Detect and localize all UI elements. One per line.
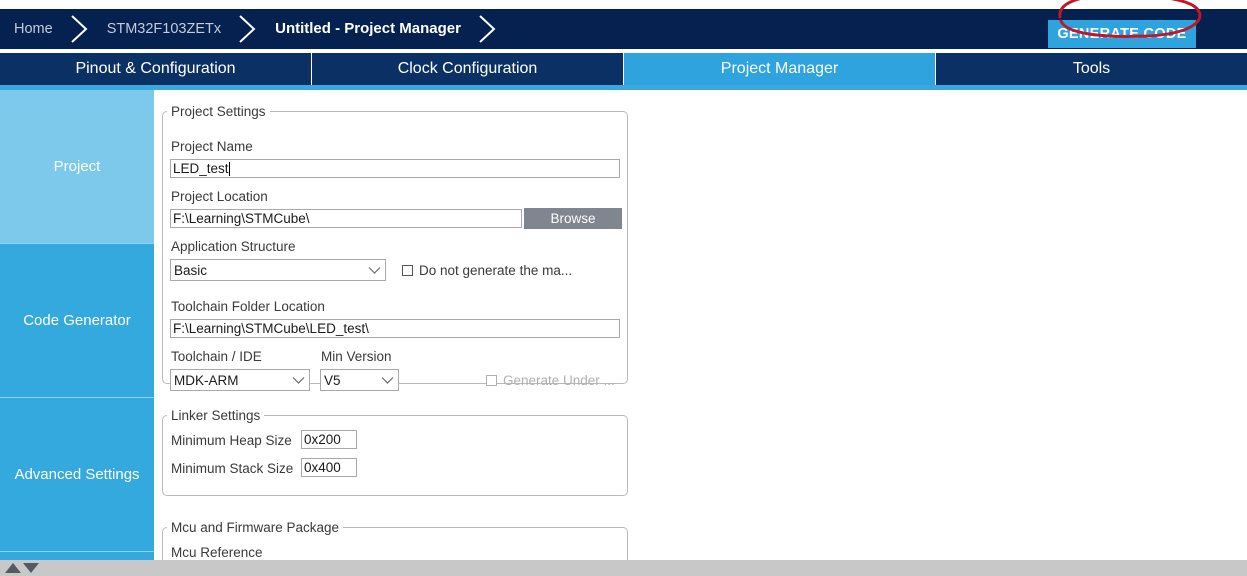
linker-settings-group: Linker Settings Minimum Heap Size 0x200 … [162, 408, 628, 496]
app-header: Home STM32F103ZETx Untitled - Project Ma… [0, 9, 1247, 49]
min-version-label: Min Version [321, 349, 392, 364]
do-not-generate-main-label: Do not generate the ma... [419, 263, 573, 278]
min-stack-size-label: Minimum Stack Size [171, 461, 294, 476]
scroll-down-arrow-icon[interactable] [22, 562, 40, 574]
mcu-reference-label: Mcu Reference [171, 545, 263, 560]
text-caret [228, 161, 230, 176]
linker-settings-legend: Linker Settings [171, 408, 261, 423]
breadcrumb-item-home[interactable]: Home [0, 9, 67, 49]
min-version-value: V5 [324, 372, 341, 388]
min-heap-size-input[interactable]: 0x200 [301, 430, 357, 449]
tab-tools[interactable]: Tools [936, 53, 1247, 85]
browse-button[interactable]: Browse [524, 208, 622, 229]
application-structure-label: Application Structure [171, 239, 296, 254]
generate-under-label: Generate Under ... [503, 373, 615, 388]
stm32cubemx-window: Home STM32F103ZETx Untitled - Project Ma… [0, 0, 1247, 576]
sidebar-item-project[interactable]: Project [0, 90, 154, 244]
breadcrumb: Home STM32F103ZETx Untitled - Project Ma… [0, 9, 501, 49]
project-manager-content: Project Settings Project Name LED_test P… [154, 90, 1247, 576]
main-tab-bar: Pinout & Configuration Clock Configurati… [0, 53, 1247, 85]
min-heap-size-label: Minimum Heap Size [171, 433, 292, 448]
toolchain-folder-label: Toolchain Folder Location [171, 299, 325, 314]
mcu-firmware-legend: Mcu and Firmware Package [171, 520, 340, 535]
chevron-down-icon [366, 266, 382, 275]
project-name-label: Project Name [171, 139, 253, 154]
project-location-input[interactable]: F:\Learning\STMCube\ [170, 209, 522, 228]
min-stack-size-value: 0x400 [304, 460, 341, 475]
sidebar-item-advanced-settings[interactable]: Advanced Settings [0, 398, 154, 552]
toolchain-folder-value: F:\Learning\STMCube\LED_test\ [173, 321, 369, 336]
do-not-generate-main-checkbox-row[interactable]: Do not generate the ma... [402, 263, 572, 278]
generate-under-checkbox-row: Generate Under ... [486, 373, 615, 388]
generate-code-container: GENERATE CODE [1048, 20, 1196, 48]
project-settings-group: Project Settings Project Name LED_test P… [162, 104, 628, 391]
application-structure-select[interactable]: Basic [170, 259, 386, 281]
scroll-up-arrow-icon[interactable] [4, 562, 22, 574]
project-name-input[interactable]: LED_test [170, 159, 620, 178]
project-manager-sidebar: Project Code Generator Advanced Settings [0, 90, 154, 576]
sidebar-item-code-generator[interactable]: Code Generator [0, 244, 154, 398]
toolchain-ide-select[interactable]: MDK-ARM [170, 369, 310, 391]
min-heap-size-value: 0x200 [304, 432, 341, 447]
min-stack-size-input[interactable]: 0x400 [301, 458, 357, 477]
project-location-label: Project Location [171, 189, 268, 204]
project-name-value: LED_test [173, 161, 229, 176]
toolchain-ide-value: MDK-ARM [174, 372, 239, 388]
generate-code-button[interactable]: GENERATE CODE [1048, 20, 1196, 48]
chevron-right-icon [235, 9, 261, 49]
chevron-down-icon [379, 376, 395, 385]
toolchain-folder-input[interactable]: F:\Learning\STMCube\LED_test\ [170, 319, 620, 338]
min-version-select[interactable]: V5 [320, 369, 399, 391]
bottom-scroll-bar[interactable] [0, 560, 1247, 576]
chevron-right-icon [475, 9, 501, 49]
project-location-value: F:\Learning\STMCube\ [173, 211, 310, 226]
generate-under-checkbox [486, 375, 497, 386]
breadcrumb-item-current: Untitled - Project Manager [275, 20, 461, 37]
tab-clock-configuration[interactable]: Clock Configuration [312, 53, 624, 85]
tab-project-manager[interactable]: Project Manager [624, 53, 936, 85]
chevron-right-icon [67, 9, 93, 49]
do-not-generate-main-checkbox[interactable] [402, 265, 413, 276]
breadcrumb-item-mcu[interactable]: STM32F103ZETx [93, 9, 235, 49]
application-structure-value: Basic [174, 262, 208, 278]
project-settings-legend: Project Settings [171, 104, 266, 119]
chevron-down-icon [290, 376, 306, 385]
tab-pinout-configuration[interactable]: Pinout & Configuration [0, 53, 312, 85]
toolchain-ide-label: Toolchain / IDE [171, 349, 262, 364]
